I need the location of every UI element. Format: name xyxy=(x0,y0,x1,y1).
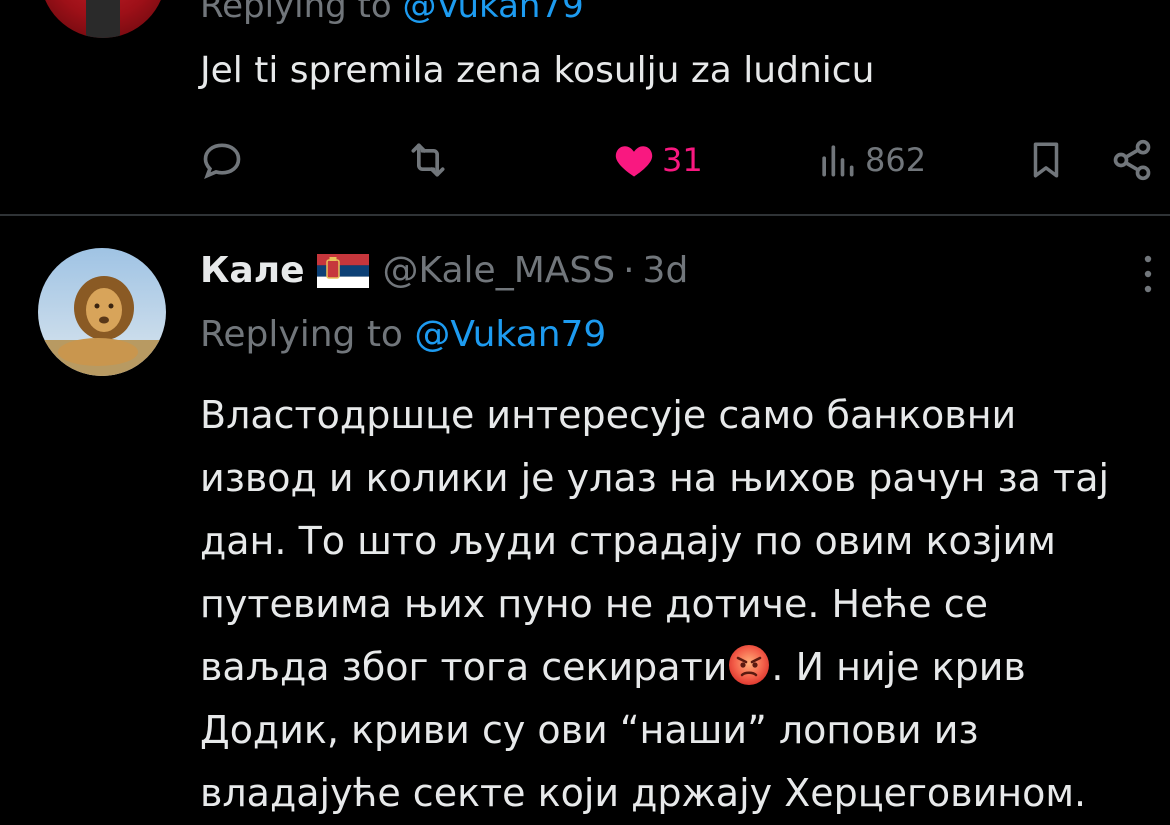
retweet-icon xyxy=(411,143,445,177)
views-count: 862 xyxy=(865,141,927,179)
more-vertical-icon xyxy=(1144,255,1152,293)
tweet-actions-bar: 31 862 xyxy=(0,132,1170,188)
timestamp[interactable]: 3d xyxy=(643,250,689,291)
reply-button[interactable] xyxy=(200,132,244,188)
replying-to-handle-link[interactable]: @Vukan79 xyxy=(414,314,606,355)
views-icon xyxy=(822,145,854,177)
tweet-previous[interactable]: Replying to @Vukan79 Jel ti spremila zen… xyxy=(0,0,1170,216)
tweet-text-segment: . И није крив xyxy=(771,645,1026,689)
replying-to-label: Replying to xyxy=(200,0,392,26)
user-avatar[interactable] xyxy=(40,0,166,38)
replying-to-line: Replying to @Vukan79 xyxy=(200,0,584,26)
replying-to-handle-link[interactable]: @Vukan79 xyxy=(403,0,584,26)
serbia-flag-icon xyxy=(316,253,369,288)
like-button[interactable]: 31 xyxy=(612,132,703,188)
tweet-text-segment: ваљда због тога секирати xyxy=(200,645,728,689)
tweet-text-line: путевима њих пуно не дотиче. Неће се xyxy=(200,582,988,626)
tweet-text-line: дан. То што људи страдају по овим козјим xyxy=(200,519,1056,563)
bookmark-icon xyxy=(1033,142,1059,178)
lion-avatar-image xyxy=(38,248,166,376)
tweet-text: Jel ti spremila zena kosulju za ludnicu xyxy=(200,50,875,91)
share-icon xyxy=(1113,139,1151,181)
more-options-button[interactable] xyxy=(1140,252,1156,300)
share-button[interactable] xyxy=(1110,132,1154,188)
heart-filled-icon xyxy=(615,146,653,177)
views-button[interactable]: 862 xyxy=(815,132,926,188)
tweet-header: Кале @Kale_MASS · 3d xyxy=(200,250,688,291)
bookmark-button[interactable] xyxy=(1025,132,1067,188)
tweet-text: Властодршце интересује само банковни изв… xyxy=(200,384,1170,825)
replying-to-label: Replying to xyxy=(200,314,403,355)
tweet-reply[interactable]: Кале @Kale_MASS · 3d Replying to @Vukan7… xyxy=(0,216,1170,815)
tweet-text-line: Додик, криви су ови “наши” лопови из xyxy=(200,708,979,752)
tweet-text-line: извод и колики је улаз на њихов рачун за… xyxy=(200,456,1110,500)
retweet-button[interactable] xyxy=(405,132,451,188)
reply-icon xyxy=(203,143,241,179)
user-avatar-lion[interactable] xyxy=(38,248,166,376)
separator-dot: · xyxy=(623,250,635,291)
user-handle[interactable]: @Kale_MASS xyxy=(383,250,616,291)
tweet-text-line: владајуће секте који држају Херцеговином… xyxy=(200,771,1087,815)
tweet-text-line-with-emoji: ваљда због тога секирати . И није крив xyxy=(200,636,1170,699)
replying-to-line: Replying to @Vukan79 xyxy=(200,314,606,355)
like-count: 31 xyxy=(662,141,703,179)
angry-face-emoji-icon xyxy=(729,645,770,685)
display-name[interactable]: Кале xyxy=(200,250,305,291)
tweet-text-line: Властодршце интересује само банковни xyxy=(200,393,1017,437)
